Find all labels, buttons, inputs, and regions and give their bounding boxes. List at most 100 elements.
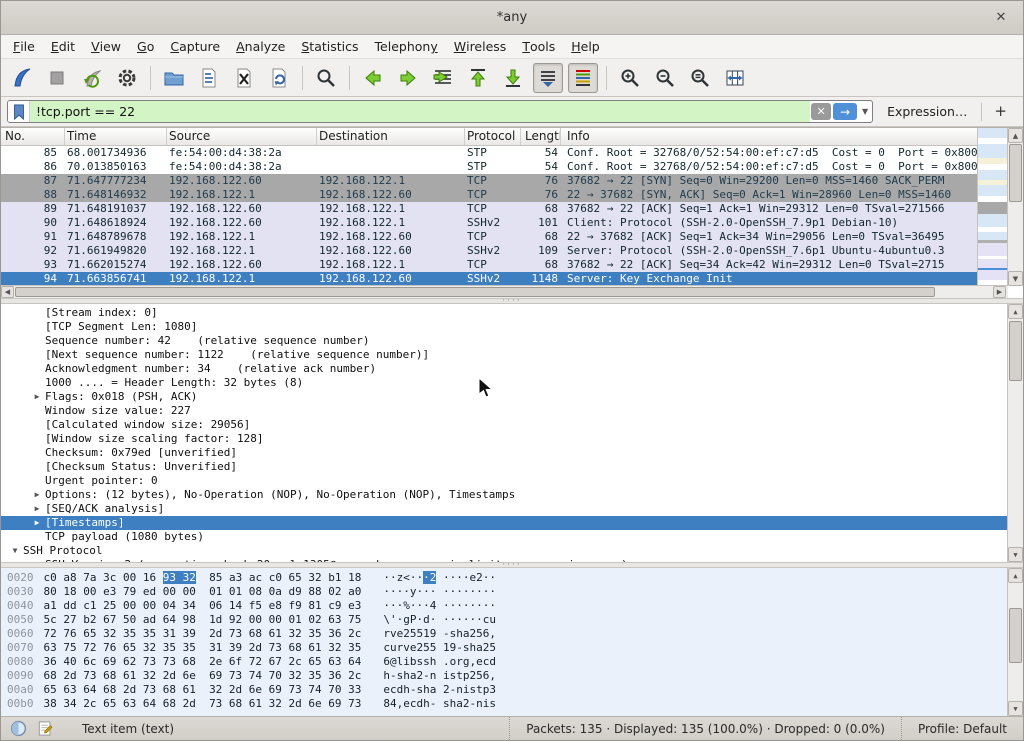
hex-row[interactable]: 0040a1 dd c1 25 00 00 04 34 06 14 f5 e8 … [7,599,1023,613]
packet-row[interactable]: 89 71.648191037 192.168.122.60 192.168.1… [1,202,978,216]
detail-line[interactable]: ▶ [SEQ/ACK analysis] [1,502,1007,516]
detail-vertical-scrollbar[interactable]: ▲ ▼ [1007,304,1023,562]
go-to-packet-button[interactable] [428,63,458,93]
expander-arrow-icon[interactable]: ▼ [7,544,23,558]
packet-row[interactable]: 86 70.013850163 fe:54:00:d4:38:2a STP 54… [1,160,978,174]
zoom-reset-button[interactable] [685,63,715,93]
column-header-destination[interactable]: Destination [317,128,465,145]
detail-line[interactable]: [Checksum Status: Unverified] [1,460,1007,474]
packet-row[interactable]: 93 71.662015274 192.168.122.60 192.168.1… [1,258,978,272]
colorize-toggle[interactable] [568,63,598,93]
scroll-down-arrow-icon[interactable]: ▼ [1008,701,1023,716]
menu-item-analyze[interactable]: Analyze [228,35,293,58]
expander-arrow-icon[interactable] [29,376,45,390]
hex-row[interactable]: 00505c 27 b2 67 50 ad 64 98 1d 92 00 00 … [7,613,1023,627]
filter-bookmark-button[interactable] [8,101,30,122]
packet-row[interactable]: 87 71.647777234 192.168.122.60 192.168.1… [1,174,978,188]
detail-line[interactable]: [Next sequence number: 1122 (relative se… [1,348,1007,362]
detail-line[interactable]: Sequence number: 42 (relative sequence n… [1,334,1007,348]
expander-arrow-icon[interactable] [29,362,45,376]
hex-row[interactable]: 009068 2d 73 68 61 32 2d 6e 69 73 74 70 … [7,669,1023,683]
expander-arrow-icon[interactable] [29,530,45,544]
capture-comment-icon[interactable] [36,719,54,738]
scrollbar-thumb[interactable] [1009,321,1022,381]
expander-arrow-icon[interactable] [29,474,45,488]
close-file-button[interactable] [229,63,259,93]
go-back-button[interactable] [358,63,388,93]
expander-arrow-icon[interactable] [29,404,45,418]
scrollbar-thumb[interactable] [15,287,935,297]
close-window-button[interactable]: ✕ [991,8,1011,28]
column-header-source[interactable]: Source [167,128,317,145]
expander-arrow-icon[interactable] [29,446,45,460]
detail-line[interactable]: ▶ [Timestamps] [1,516,1007,530]
scroll-left-arrow-icon[interactable]: ◀ [1,286,14,298]
expander-arrow-icon[interactable] [29,460,45,474]
hex-row[interactable]: 00b038 34 2c 65 63 64 68 2d 73 68 61 32 … [7,697,1023,711]
hex-row[interactable]: 008036 40 6c 69 62 73 73 68 2e 6f 72 67 … [7,655,1023,669]
filter-clear-button[interactable]: ✕ [811,103,831,120]
go-first-packet-button[interactable] [463,63,493,93]
column-header-info[interactable]: Info [561,128,978,145]
reload-file-button[interactable] [264,63,294,93]
detail-line[interactable]: Urgent pointer: 0 [1,474,1007,488]
scrollbar-thumb[interactable] [1009,144,1022,202]
menu-item-file[interactable]: File [5,35,43,58]
detail-line[interactable]: ▼ SSH Protocol [1,544,1007,558]
expression-button[interactable]: Expression… [879,104,975,119]
packet-row[interactable]: 88 71.648146932 192.168.122.1 192.168.12… [1,188,978,202]
packet-list-minimap[interactable] [977,128,1007,286]
menu-item-view[interactable]: View [83,35,129,58]
window-titlebar[interactable]: *any ✕ [1,1,1023,35]
packet-list-vertical-scrollbar[interactable]: ▲ ▼ [1007,128,1023,286]
detail-line[interactable]: ▶ SSH Version 2 (encryption:chacha20-pol… [1,558,1007,562]
detail-line[interactable]: TCP payload (1080 bytes) [1,530,1007,544]
hex-row[interactable]: 0020c0 a8 7a 3c 00 16 93 32 85 a3 ac c0 … [7,571,1023,585]
detail-line[interactable]: [Stream index: 0] [1,306,1007,320]
hex-row[interactable]: 003080 18 00 e3 79 ed 00 00 01 01 08 0a … [7,585,1023,599]
start-capture-button[interactable] [7,63,37,93]
resize-columns-button[interactable] [720,63,750,93]
column-header-time[interactable]: Time [65,128,167,145]
packet-row[interactable]: 85 68.001734936 fe:54:00:d4:38:2a STP 54… [1,146,978,160]
stop-capture-button[interactable] [42,63,72,93]
packet-list-horizontal-scrollbar[interactable]: ◀ ▶ [1,285,1008,298]
scroll-up-arrow-icon[interactable]: ▲ [1008,304,1023,319]
scroll-down-arrow-icon[interactable]: ▼ [1008,547,1023,562]
packet-row[interactable]: 94 71.663856741 192.168.122.1 192.168.12… [1,272,978,286]
menu-item-go[interactable]: Go [129,35,162,58]
scroll-up-arrow-icon[interactable]: ▲ [1008,568,1023,583]
filter-apply-button[interactable]: → [833,103,857,120]
scrollbar-thumb[interactable] [1009,608,1022,663]
menu-item-statistics[interactable]: Statistics [293,35,366,58]
detail-line[interactable]: [Window size scaling factor: 128] [1,432,1007,446]
scroll-right-arrow-icon[interactable]: ▶ [993,286,1006,298]
expander-arrow-icon[interactable] [29,306,45,320]
menu-item-tools[interactable]: Tools [514,35,563,58]
column-header-protocol[interactable]: Protocol [465,128,521,145]
menu-item-edit[interactable]: Edit [43,35,83,58]
menu-item-help[interactable]: Help [563,35,608,58]
display-filter-input[interactable] [30,101,810,122]
expert-info-icon[interactable] [9,719,28,738]
expander-arrow-icon[interactable] [29,432,45,446]
detail-line[interactable]: Checksum: 0x79ed [unverified] [1,446,1007,460]
find-packet-button[interactable] [311,63,341,93]
hex-vertical-scrollbar[interactable]: ▲ ▼ [1007,568,1023,716]
scroll-up-arrow-icon[interactable]: ▲ [1008,128,1023,143]
packet-row[interactable]: 92 71.661949820 192.168.122.1 192.168.12… [1,244,978,258]
zoom-out-button[interactable] [650,63,680,93]
expander-arrow-icon[interactable] [29,334,45,348]
detail-line[interactable]: [Calculated window size: 29056] [1,418,1007,432]
scroll-down-arrow-icon[interactable]: ▼ [1008,271,1023,286]
expander-arrow-icon[interactable] [29,320,45,334]
go-last-packet-button[interactable] [498,63,528,93]
expander-arrow-icon[interactable]: ▶ [29,558,45,562]
restart-capture-button[interactable] [77,63,107,93]
detail-line[interactable]: ▶ Options: (12 bytes), No-Operation (NOP… [1,488,1007,502]
expander-arrow-icon[interactable] [29,348,45,362]
packet-row[interactable]: 91 71.648789678 192.168.122.1 192.168.12… [1,230,978,244]
packet-row[interactable]: 90 71.648618924 192.168.122.60 192.168.1… [1,216,978,230]
column-header-no[interactable]: No. [1,128,65,145]
status-profile[interactable]: Profile: Default [910,722,1015,736]
